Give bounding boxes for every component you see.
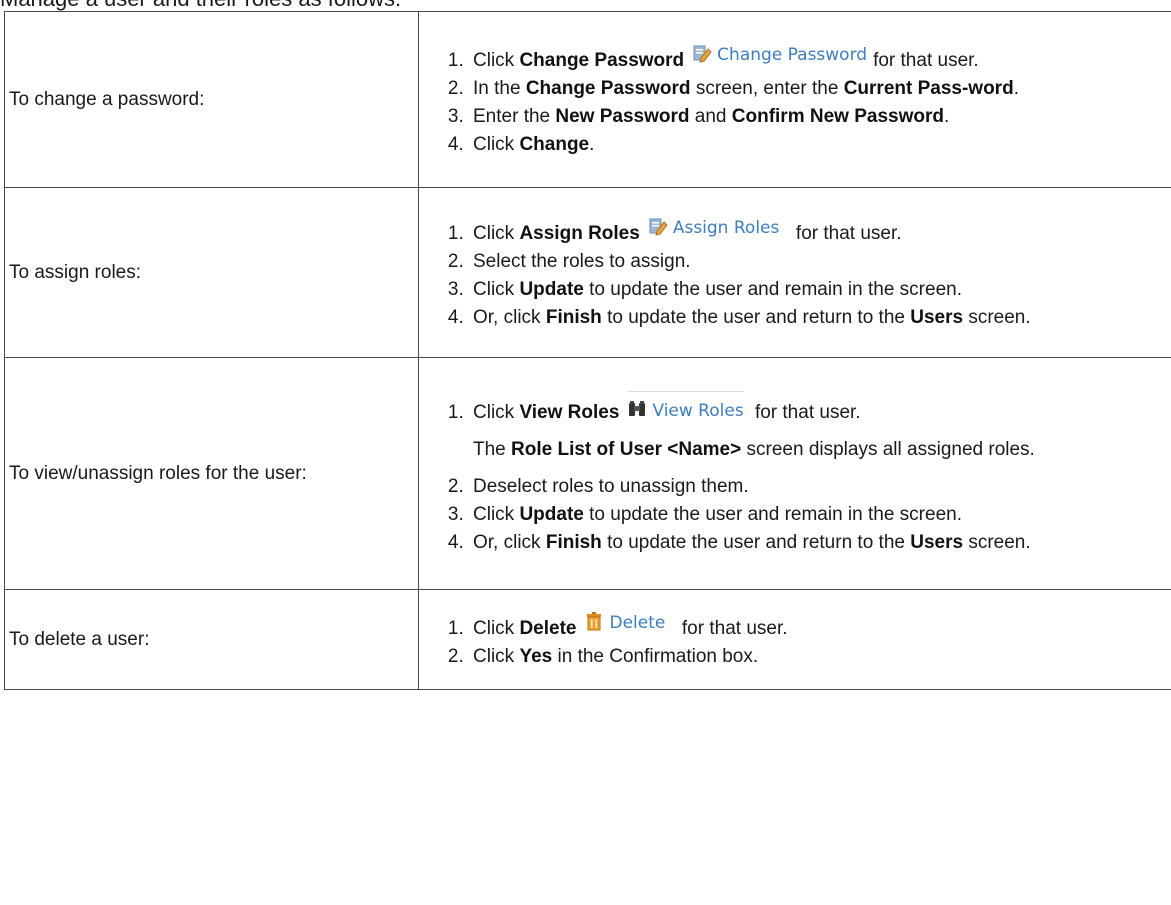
list-item: Enter the New Password and Confirm New P… (469, 103, 1171, 131)
list-item: Click DeleteDelete for that user. (469, 608, 1171, 643)
edit-icon (693, 45, 712, 63)
task-label: To delete a user: (4, 589, 419, 690)
step-list: Click View RolesView Roles for that user… (419, 390, 1171, 557)
table-row: To view/unassign roles for the user: Cli… (4, 357, 1171, 590)
table-row: To assign roles: Click Assign RolesAssig… (4, 187, 1171, 358)
list-item: Or, click Finish to update the user and … (469, 529, 1171, 557)
list-item: Click View RolesView Roles for that user… (469, 390, 1171, 465)
task-label: To view/unassign roles for the user: (4, 357, 419, 590)
list-item: Or, click Finish to update the user and … (469, 304, 1171, 332)
step-note: The Role List of User <Name> screen disp… (473, 438, 1035, 460)
list-item: Click Update to update the user and rema… (469, 501, 1171, 529)
edit-icon (649, 218, 668, 236)
table-row: To change a password: Click Change Passw… (4, 11, 1171, 188)
step-list: Click Change PasswordChange Passwordfor … (419, 40, 1171, 159)
change-password-link[interactable]: Change Password (692, 40, 867, 69)
list-item: Select the roles to assign. (469, 248, 1171, 276)
step-list: Click Assign RolesAssign Roles for that … (419, 213, 1171, 332)
task-label: To assign roles: (4, 187, 419, 358)
delete-link[interactable]: Delete (584, 608, 665, 637)
list-item: Click Assign RolesAssign Roles for that … (469, 213, 1171, 248)
list-item: Click Yes in the Confirmation box. (469, 643, 1171, 671)
table-row: To delete a user: Click DeleteDelete for… (4, 589, 1171, 690)
list-item: In the Change Password screen, enter the… (469, 75, 1171, 103)
list-item: Click Update to update the user and rema… (469, 276, 1171, 304)
user-management-table: To change a password: Click Change Passw… (4, 11, 1171, 690)
assign-roles-link[interactable]: Assign Roles (648, 213, 779, 242)
trash-icon (587, 612, 602, 631)
list-item: Deselect roles to unassign them. (469, 473, 1171, 501)
task-label: To change a password: (4, 11, 419, 188)
list-item: Click Change. (469, 131, 1171, 159)
step-list: Click DeleteDelete for that user. Click … (419, 608, 1171, 671)
view-roles-link[interactable]: View Roles (627, 390, 744, 425)
binoculars-icon (629, 400, 646, 416)
list-item: Click Change PasswordChange Passwordfor … (469, 40, 1171, 75)
